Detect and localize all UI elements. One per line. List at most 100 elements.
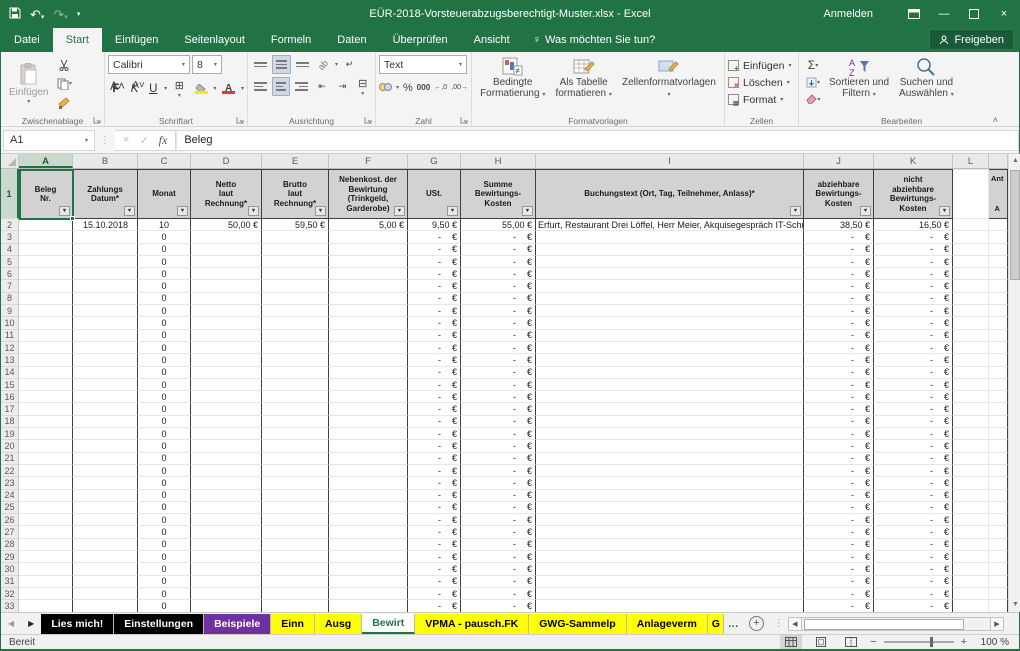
cell-B21[interactable] [73,453,138,465]
column-header-D[interactable]: D [191,154,262,168]
cell-G16[interactable]: -€ [408,391,461,403]
cell-E7[interactable] [262,280,329,292]
cell-A13[interactable] [19,354,73,366]
alignment-dialog-launcher[interactable] [364,116,373,125]
row-header-33[interactable]: 33 [1,600,19,612]
cell-F28[interactable] [329,539,408,551]
cell-F5[interactable] [329,256,408,268]
cell-E3[interactable] [262,231,329,243]
filter-button-I[interactable]: ▼ [790,206,801,216]
cell-B9[interactable] [73,305,138,317]
cell-H14[interactable]: -€ [461,367,536,379]
cell-L3[interactable] [953,231,989,243]
sheet-tab-einn[interactable]: Einn [271,614,315,634]
sheet-tab-bewirt[interactable]: Bewirt [362,614,415,634]
format-cells-button[interactable]: ▤Format▾ [728,91,795,108]
horizontal-scrollbar[interactable]: ◀ ▶ [788,617,1004,631]
row-header-20[interactable]: 20 [1,440,19,452]
row-header-7[interactable]: 7 [1,280,19,292]
cell-D25[interactable] [191,502,262,514]
underline-button[interactable]: U [145,83,161,95]
cell-partial-25[interactable] [989,502,1008,514]
cell-H31[interactable]: -€ [461,576,536,588]
cell-K31[interactable]: -€ [874,576,953,588]
cell-partial-31[interactable] [989,576,1008,588]
cell-D5[interactable] [191,256,262,268]
cell-L31[interactable] [953,576,989,588]
cell-L26[interactable] [953,514,989,526]
delete-cells-button[interactable]: ×Löschen▾ [728,74,795,91]
cell-H26[interactable]: -€ [461,514,536,526]
cell-K25[interactable]: -€ [874,502,953,514]
cell-E13[interactable] [262,354,329,366]
cell-L9[interactable] [953,305,989,317]
cell-F8[interactable] [329,293,408,305]
cell-partial-14[interactable] [989,367,1008,379]
cell-G3[interactable]: -€ [408,231,461,243]
cell-L33[interactable] [953,600,989,612]
enter-icon[interactable]: ✓ [139,134,148,147]
cell-A10[interactable] [19,317,73,329]
cell-J10[interactable]: -€ [804,317,874,329]
ribbon-tab-daten[interactable]: Daten [324,28,379,52]
ribbon-tab-ansicht[interactable]: Ansicht [461,28,523,52]
cell-J3[interactable]: -€ [804,231,874,243]
cell-J14[interactable]: -€ [804,367,874,379]
row-header-30[interactable]: 30 [1,563,19,575]
cell-F25[interactable] [329,502,408,514]
row-header-22[interactable]: 22 [1,465,19,477]
cell-J22[interactable]: -€ [804,465,874,477]
cell-H29[interactable]: -€ [461,551,536,563]
cell-C20[interactable]: 0 [138,440,191,452]
cell-A7[interactable] [19,280,73,292]
cell-C28[interactable]: 0 [138,539,191,551]
cell-I24[interactable] [536,490,804,502]
sheet-tab-g[interactable]: G [708,614,724,634]
cell-C5[interactable]: 0 [138,256,191,268]
cancel-icon[interactable]: × [123,134,129,146]
cell-B8[interactable] [73,293,138,305]
cell-A23[interactable] [19,477,73,489]
increase-indent-icon[interactable]: ⇥ [333,77,351,96]
header-cell-A[interactable]: Beleg Nr.▼ [19,169,73,219]
cell-C25[interactable]: 0 [138,502,191,514]
cell-C22[interactable]: 0 [138,465,191,477]
cell-D11[interactable] [191,330,262,342]
cell-J18[interactable]: -€ [804,416,874,428]
cell-E27[interactable] [262,526,329,538]
cell-H7[interactable]: -€ [461,280,536,292]
row-header-11[interactable]: 11 [1,330,19,342]
header-cell-B[interactable]: Zahlungs Datum*▼ [73,169,138,219]
cell-partial-22[interactable] [989,465,1008,477]
autosum-icon[interactable]: Σ▾ [802,57,824,73]
cell-D17[interactable] [191,403,262,415]
insert-function-icon[interactable]: fx [159,133,168,148]
cell-D23[interactable] [191,477,262,489]
cell-K28[interactable]: -€ [874,539,953,551]
cell-I26[interactable] [536,514,804,526]
hscroll-right-icon[interactable]: ▶ [990,617,1004,631]
fill-icon[interactable]: ▾ [802,74,824,90]
header-cell-J[interactable]: abziehbare Bewirtungs- Kosten▼ [804,169,874,219]
row-header-5[interactable]: 5 [1,256,19,268]
cell-J32[interactable]: -€ [804,588,874,600]
cell-G22[interactable]: -€ [408,465,461,477]
cell-H5[interactable]: -€ [461,256,536,268]
filter-button-K[interactable]: ▼ [939,206,950,216]
filter-button-F[interactable]: ▼ [394,206,405,216]
cell-L32[interactable] [953,588,989,600]
cell-B30[interactable] [73,563,138,575]
cell-B17[interactable] [73,403,138,415]
cell-D10[interactable] [191,317,262,329]
cell-partial-21[interactable] [989,453,1008,465]
cell-D8[interactable] [191,293,262,305]
cell-L29[interactable] [953,551,989,563]
new-sheet-icon[interactable]: + [749,616,764,631]
cell-K22[interactable]: -€ [874,465,953,477]
cell-H6[interactable]: -€ [461,268,536,280]
ribbon-display-options-icon[interactable] [899,0,929,28]
cell-I7[interactable] [536,280,804,292]
row-header-10[interactable]: 10 [1,317,19,329]
cell-K13[interactable]: -€ [874,354,953,366]
cell-E10[interactable] [262,317,329,329]
